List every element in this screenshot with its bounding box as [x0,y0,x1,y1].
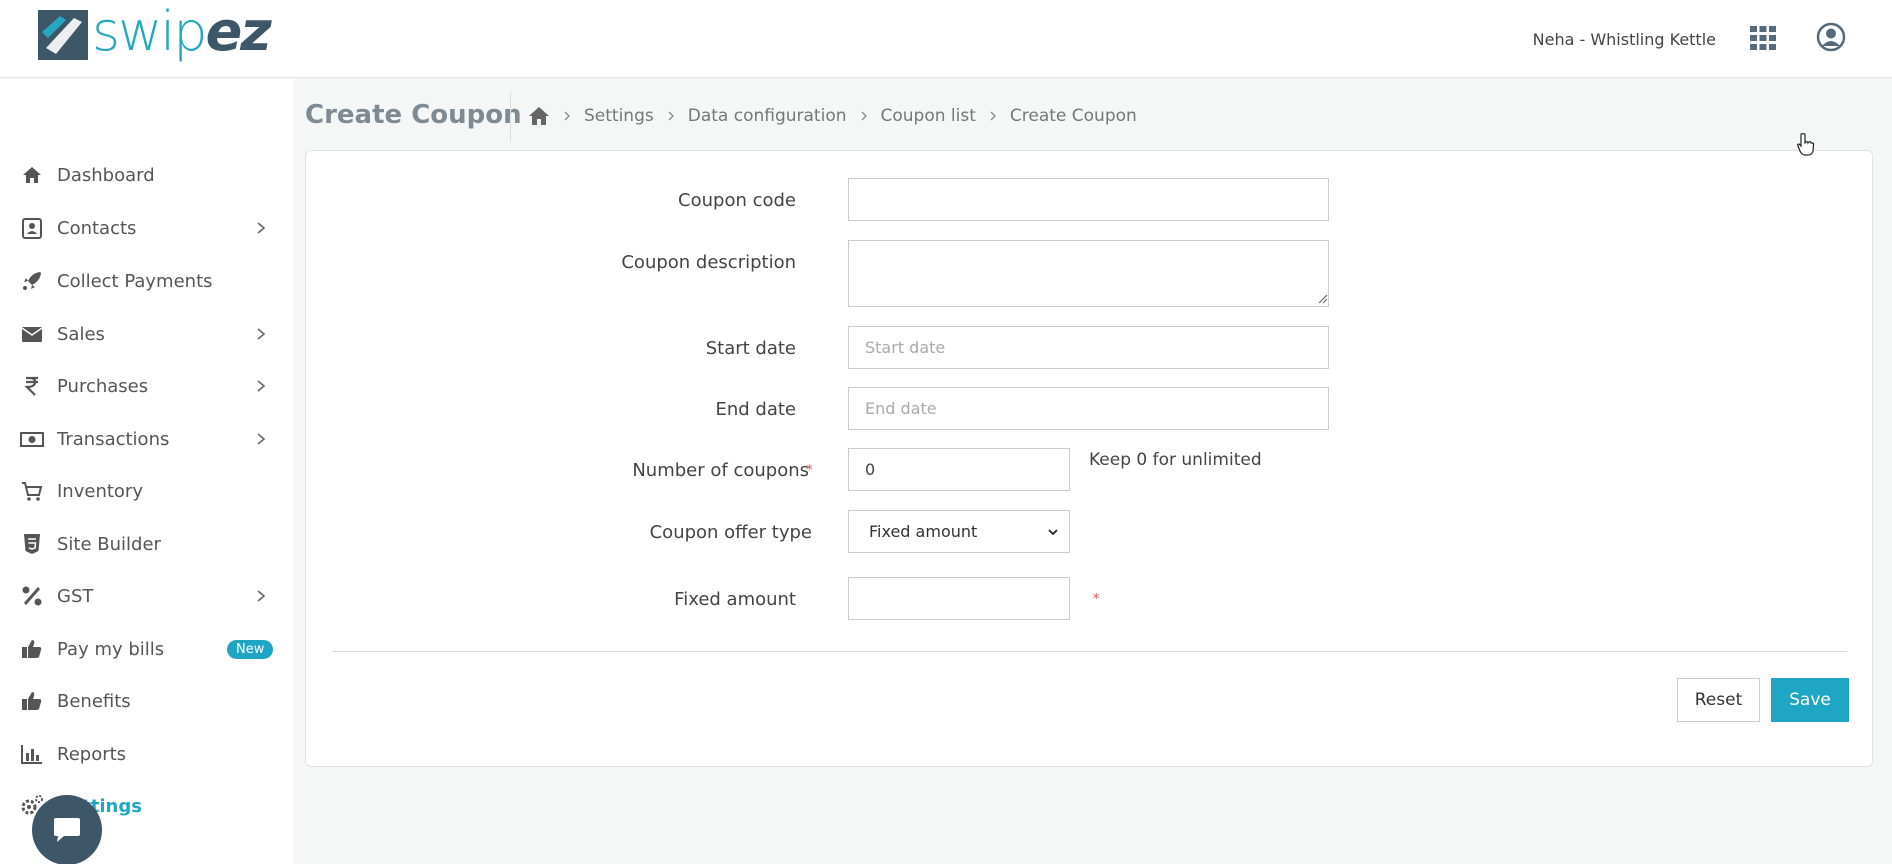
coupon-offer-type-label: Coupon offer type [649,522,812,543]
logo-text-swip: swip [92,0,208,63]
sidebar-item-contacts[interactable]: Contacts [0,208,293,248]
fixed-amount-label: Fixed amount [674,589,796,610]
sidebar-item-label: Contacts [57,217,137,239]
merchant-name[interactable]: Neha - Whistling Kettle [1533,30,1716,49]
sidebar-item-transactions[interactable]: Transactions [0,419,293,459]
end-date-input[interactable] [848,387,1329,430]
coupon-offer-type-select[interactable]: Fixed amount [848,510,1070,553]
page-title: Create Coupon [305,100,522,130]
coupon-code-input[interactable] [848,178,1329,221]
chevron-right-icon [257,222,266,234]
chevron-right-icon [257,590,266,602]
rocket-icon [23,272,41,290]
user-circle-icon[interactable] [1816,22,1846,52]
breadcrumb: Settings Data configuration Coupon list … [528,106,1137,126]
rupee-icon [24,376,38,396]
grid-icon[interactable] [1750,26,1776,50]
required-marker: * [806,463,813,478]
breadcrumb-data-configuration[interactable]: Data configuration [688,106,847,126]
title-divider [510,92,511,142]
home-icon[interactable] [528,106,550,126]
envelope-icon [21,327,43,342]
chevron-right-icon [990,111,996,121]
chevron-right-icon [668,111,674,121]
chevron-right-icon [257,433,266,445]
coupon-description-textarea[interactable] [848,240,1329,307]
breadcrumb-create-coupon: Create Coupon [1009,106,1137,126]
cart-icon [22,482,43,501]
chevron-down-icon [1048,529,1058,536]
sidebar-item-label: Purchases [57,375,149,397]
selected-value: Fixed amount [869,522,978,541]
sidebar-item-label: GST [57,585,94,607]
swipez-logo[interactable]: swipez [36,5,272,62]
sidebar-item-inventory[interactable]: Inventory [0,471,293,511]
top-header: swipez Neha - Whistling Kettle [0,0,1892,78]
fixed-amount-input[interactable] [848,577,1070,620]
sidebar-item-label: Sales [57,323,105,345]
logo-text-ez: ez [205,0,272,63]
thumbs-up-icon [22,640,42,658]
hand-cursor-icon [1797,133,1815,156]
number-of-coupons-input[interactable] [848,448,1070,491]
sidebar-item-label: Benefits [57,690,131,712]
sidebar-item-label: Dashboard [57,164,155,186]
logo-text: swipez [92,5,272,59]
sidebar-item-site-builder[interactable]: Site Builder [0,524,293,564]
sidebar-item-label: Transactions [57,428,170,450]
chat-icon [54,818,80,842]
logo-mark-icon [38,10,88,60]
html5-icon [24,534,40,554]
sidebar-item-purchases[interactable]: Purchases [0,366,293,406]
bar-chart-icon [21,745,42,764]
number-of-coupons-label: Number of coupons [632,460,809,481]
save-button[interactable]: Save [1771,678,1849,722]
sidebar-item-label: Pay my bills [57,638,165,660]
sidebar-item-benefits[interactable]: Benefits [0,681,293,721]
start-date-input[interactable] [848,326,1329,369]
money-icon [20,432,44,447]
sidebar: Dashboard Contacts Collect Payments Sale… [0,79,293,864]
home-icon [23,167,41,183]
sidebar-item-label: Collect Payments [57,270,213,292]
sidebar-item-label: Site Builder [57,533,161,555]
contact-book-icon [22,218,42,239]
coupon-code-label: Coupon code [678,190,796,211]
resize-grip-icon[interactable] [1316,292,1328,304]
unlimited-hint: Keep 0 for unlimited [1089,450,1262,470]
sidebar-item-gst[interactable]: GST [0,576,293,616]
sidebar-item-label: Reports [57,743,127,765]
breadcrumb-coupon-list[interactable]: Coupon list [881,106,976,126]
sidebar-item-reports[interactable]: Reports [0,734,293,774]
end-date-label: End date [715,399,796,420]
reset-button[interactable]: Reset [1677,678,1760,722]
sidebar-item-sales[interactable]: Sales [0,314,293,354]
coupon-description-label: Coupon description [621,252,796,273]
chevron-right-icon [257,328,266,340]
chevron-right-icon [861,111,867,121]
breadcrumb-settings[interactable]: Settings [584,106,654,126]
required-marker: * [1093,592,1100,607]
sidebar-item-dashboard[interactable]: Dashboard [0,155,293,195]
percent-icon [22,586,42,606]
chevron-right-icon [257,380,266,392]
form-divider [331,651,1847,652]
thumbs-up-icon [22,692,42,710]
sidebar-item-pay-my-bills[interactable]: Pay my bills New [0,629,293,669]
new-badge: New [227,639,274,659]
start-date-label: Start date [705,338,796,359]
sidebar-item-collect-payments[interactable]: Collect Payments [0,261,293,301]
chevron-right-icon [564,111,570,121]
chat-button[interactable] [32,795,102,864]
sidebar-item-label: Inventory [57,480,143,502]
